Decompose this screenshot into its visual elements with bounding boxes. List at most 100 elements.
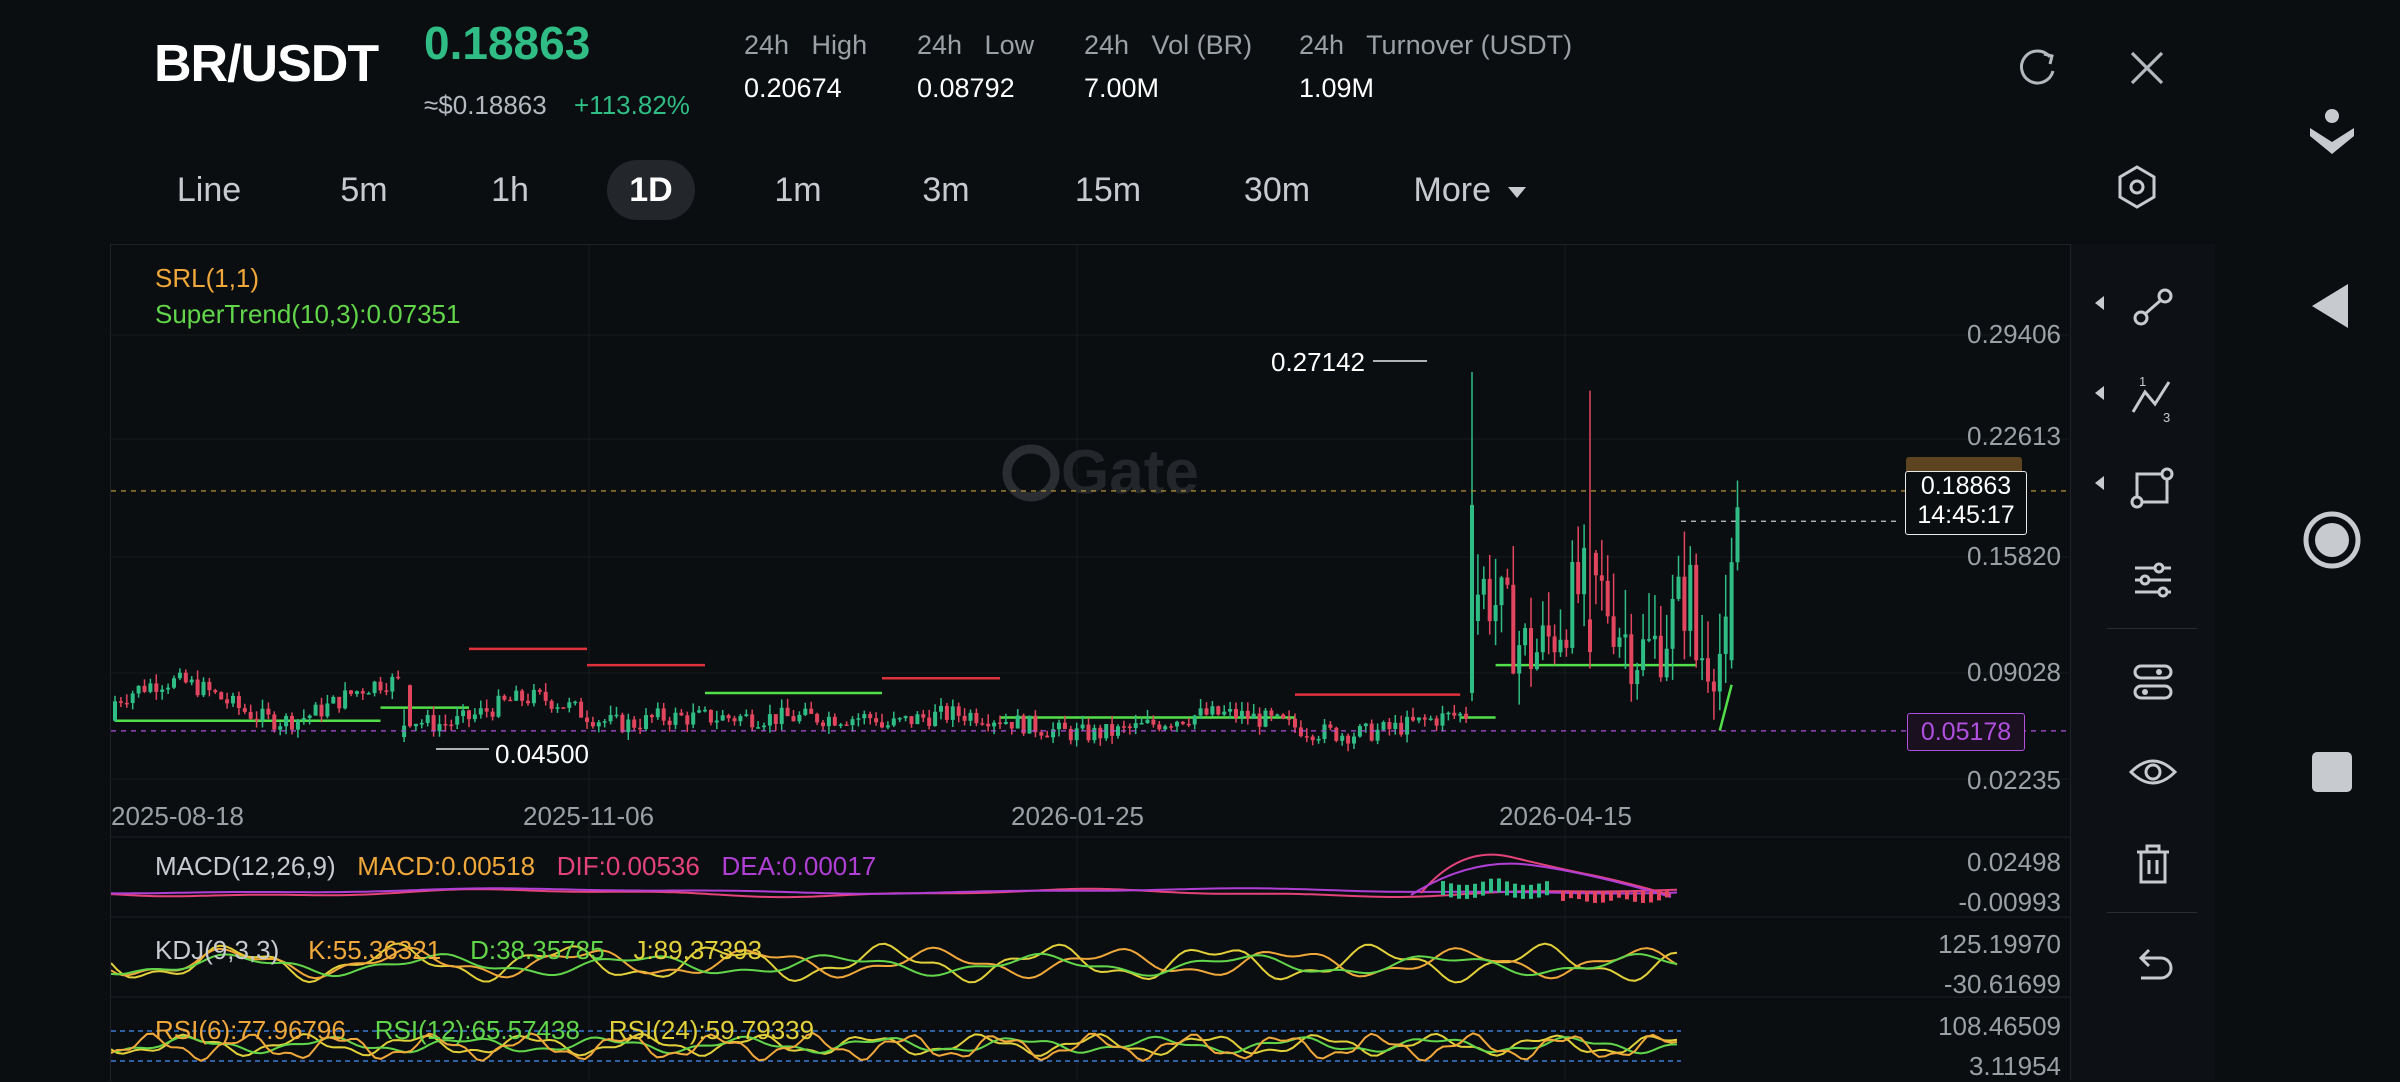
shape-icon[interactable]	[2123, 458, 2183, 518]
stat-label: 24h Low	[917, 30, 1035, 60]
macd-hist-bar	[1473, 883, 1477, 898]
candle-body	[307, 715, 312, 718]
expand-caret-icon[interactable]	[2095, 386, 2104, 400]
macd-hist-bar	[1633, 891, 1637, 902]
candle-body	[1540, 625, 1545, 653]
candle-body	[986, 723, 991, 727]
candle-body	[166, 687, 171, 690]
indicator-settings-icon[interactable]	[2123, 550, 2183, 610]
candle-body	[1529, 628, 1533, 670]
low-marker: 0.04500	[495, 739, 589, 769]
tab-line[interactable]: Line	[154, 160, 264, 220]
close-icon[interactable]	[2124, 45, 2170, 91]
undo-icon[interactable]	[2123, 936, 2183, 996]
tab-3m[interactable]: 3m	[898, 160, 994, 220]
last-price: 0.18863	[424, 17, 591, 69]
layer-settings-icon[interactable]	[2123, 652, 2183, 712]
fib-icon[interactable]: 1 3	[2123, 368, 2183, 428]
y-label: 0.22613	[1967, 421, 2061, 451]
candle-body	[1446, 712, 1451, 715]
candle-body	[1133, 723, 1138, 729]
candle-body	[1729, 562, 1734, 661]
stat-label: 24h Vol (BR)	[1084, 30, 1253, 60]
macd-hist-bar	[1521, 884, 1525, 899]
candle-body	[1127, 726, 1132, 729]
rsi24-value: RSI(24):59.79339	[608, 1015, 815, 1045]
candle-body	[242, 708, 247, 712]
expand-caret-icon[interactable]	[2095, 296, 2104, 310]
candle-body	[201, 681, 206, 696]
candle-body	[543, 691, 548, 701]
candle-body	[956, 706, 961, 716]
candle-body	[909, 716, 914, 725]
candle-body	[1658, 635, 1663, 678]
chart-area[interactable]: Gate SRL(1,1) SuperTrend(10,3):0.07351 0…	[110, 244, 2215, 1081]
expand-caret-icon[interactable]	[2095, 476, 2104, 490]
candle-body	[1428, 718, 1433, 720]
macd-hist-bar	[1497, 878, 1501, 893]
candle-body	[154, 683, 159, 692]
candle-body	[118, 701, 123, 703]
candle-body	[1481, 578, 1486, 595]
candle-body	[1110, 724, 1115, 736]
recents-nav-icon[interactable]	[2300, 740, 2364, 804]
macd-hist-bar	[1537, 883, 1541, 898]
tab-1h[interactable]: 1h	[462, 160, 558, 220]
home-nav-icon[interactable]	[2300, 508, 2364, 572]
candle-body	[1399, 722, 1404, 735]
candle-body	[1464, 713, 1469, 719]
candle-body	[172, 678, 176, 688]
candle-body	[1298, 727, 1303, 737]
macd-hist-bar	[1617, 891, 1621, 898]
stat-24h-turnover: 24h Turnover (USDT) 1.09M	[1299, 30, 1572, 104]
candle-body	[791, 716, 796, 722]
svg-text:1: 1	[2139, 374, 2146, 389]
candle-body	[1281, 714, 1286, 719]
candle-body	[272, 714, 277, 730]
candle-body	[1676, 576, 1681, 599]
eye-icon[interactable]	[2123, 742, 2183, 802]
candle-body	[443, 724, 448, 726]
candle-body	[720, 715, 725, 721]
tab-1d[interactable]: 1D	[607, 160, 695, 220]
refresh-icon[interactable]	[2014, 45, 2060, 91]
candle-body	[803, 708, 808, 715]
stat-value: 0.20674	[744, 73, 842, 103]
tab-15m[interactable]: 15m	[1056, 160, 1160, 220]
candle-body	[1458, 713, 1463, 716]
candle-body	[1588, 619, 1592, 653]
chart-settings-icon[interactable]	[2112, 162, 2162, 212]
candle-body	[236, 695, 241, 709]
countdown-timer: 14:45:17	[1917, 501, 2015, 529]
candle-body	[998, 722, 1002, 725]
drawing-toolbar: 1 3	[2070, 244, 2215, 1080]
trash-icon[interactable]	[2123, 834, 2183, 894]
tab-1m[interactable]: 1m	[750, 160, 846, 220]
candle-body	[1015, 715, 1020, 729]
candle-body	[1239, 710, 1244, 718]
candle-body	[644, 715, 648, 729]
candle-body	[325, 703, 330, 717]
macd-hist-bar	[1657, 891, 1661, 901]
accessibility-icon[interactable]	[2300, 104, 2364, 168]
candle-body	[1287, 718, 1292, 720]
candle-body	[1057, 722, 1061, 730]
kdj-d-value: D:38.35785	[470, 935, 605, 965]
line-draw-icon[interactable]	[2123, 278, 2183, 338]
more-dropdown[interactable]: More	[1400, 160, 1540, 220]
candle-body	[980, 723, 985, 725]
candle-body	[1599, 575, 1604, 581]
tab-5m[interactable]: 5m	[316, 160, 412, 220]
kdj-k-value: K:55.36321	[308, 935, 442, 965]
back-nav-icon[interactable]	[2300, 274, 2364, 338]
candle-body	[160, 689, 165, 692]
candle-body	[449, 724, 454, 727]
macd-hist-bar	[1465, 884, 1469, 899]
candle-body	[844, 724, 849, 726]
pair-title[interactable]: BR/USDT	[154, 34, 379, 94]
tab-30m[interactable]: 30m	[1222, 160, 1332, 220]
srl-legend: SRL(1,1)	[155, 263, 260, 293]
candle-body	[679, 712, 684, 716]
candle-body	[1039, 732, 1044, 736]
candle-body	[779, 707, 784, 725]
